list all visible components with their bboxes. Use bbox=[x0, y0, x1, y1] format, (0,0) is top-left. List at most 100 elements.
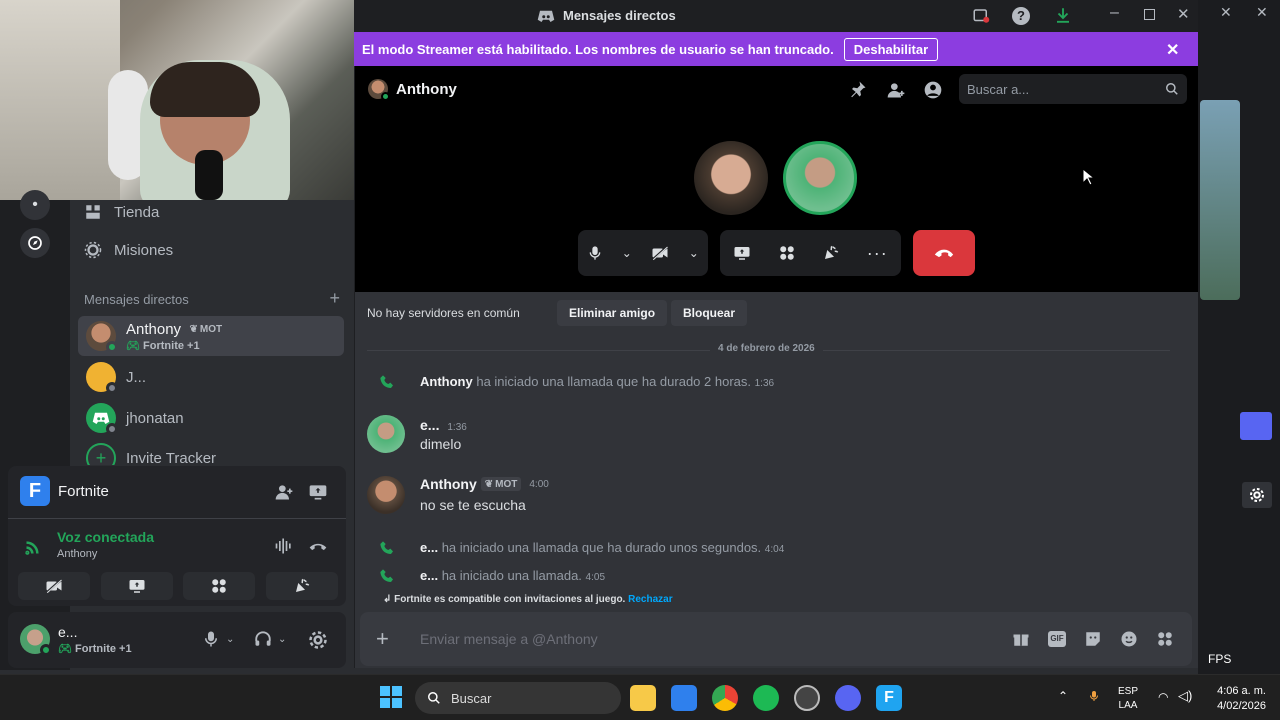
file-explorer-icon[interactable] bbox=[630, 685, 656, 711]
maximize-icon[interactable] bbox=[1144, 9, 1155, 20]
activities-button[interactable] bbox=[183, 572, 256, 600]
chevron-down-icon[interactable]: ⌄ bbox=[278, 634, 286, 645]
apps-icon[interactable] bbox=[1156, 630, 1174, 648]
decline-invite-link[interactable]: Rechazar bbox=[628, 594, 672, 605]
chevron-down-icon[interactable]: ⌄ bbox=[689, 246, 699, 260]
message-header: Anthony ❦ MOT 4:00 bbox=[420, 476, 549, 492]
steam-icon[interactable] bbox=[794, 685, 820, 711]
fortnite-icon: F bbox=[20, 476, 50, 506]
nav-shop[interactable]: Tienda bbox=[84, 197, 159, 227]
help-icon[interactable]: ? bbox=[1012, 7, 1030, 25]
phone-icon bbox=[379, 568, 395, 584]
block-button[interactable]: Bloquear bbox=[671, 300, 748, 326]
add-dm-icon[interactable]: + bbox=[329, 289, 340, 307]
message-author[interactable]: Anthony bbox=[420, 476, 477, 492]
search-placeholder: Buscar a... bbox=[967, 81, 1030, 97]
more-options-icon[interactable]: ··· bbox=[867, 243, 888, 264]
dm-item-j[interactable]: J... bbox=[78, 357, 344, 397]
search-box[interactable]: Buscar a... bbox=[959, 74, 1187, 104]
dm-section-title: Mensajes directos bbox=[84, 292, 189, 307]
noise-suppression-icon[interactable] bbox=[274, 536, 294, 556]
soundboard-icon[interactable] bbox=[822, 244, 840, 262]
mouse-cursor-icon bbox=[1082, 168, 1094, 186]
clock[interactable]: 4:06 a. m. 4/02/2026 bbox=[1200, 684, 1266, 714]
close-icon[interactable]: ✕ bbox=[1166, 40, 1179, 60]
chevron-down-icon[interactable]: ⌄ bbox=[226, 634, 234, 645]
keyboard-language[interactable]: ESP LAA bbox=[1118, 685, 1138, 713]
nav-quests[interactable]: Misiones bbox=[84, 235, 173, 265]
settings-icon[interactable] bbox=[308, 630, 328, 650]
streamer-banner-text: El modo Streamer está habilitado. Los no… bbox=[362, 41, 834, 57]
download-icon[interactable] bbox=[1054, 6, 1072, 24]
call-participant-avatar[interactable] bbox=[694, 141, 768, 215]
dm-item-jhonatan[interactable]: jhonatan bbox=[78, 398, 344, 438]
fortnite-icon[interactable]: F bbox=[876, 685, 902, 711]
dm-item-invite-tracker[interactable]: + Invite Tracker bbox=[78, 439, 344, 465]
phone-icon bbox=[379, 540, 395, 556]
dm-item-anthony[interactable]: Anthony ❦ MOT 🎮︎ Fortnite +1 bbox=[78, 316, 344, 356]
headset-control[interactable]: ⌄ bbox=[254, 630, 286, 648]
close-icon[interactable]: ✕ bbox=[1177, 5, 1190, 23]
server-icon[interactable]: • bbox=[20, 190, 50, 220]
microphone-icon[interactable] bbox=[1088, 688, 1100, 704]
avatar[interactable] bbox=[367, 476, 405, 514]
volume-icon[interactable]: ◁) bbox=[1178, 688, 1192, 704]
camera-off-button[interactable] bbox=[18, 572, 90, 600]
soundboard-button[interactable] bbox=[265, 572, 338, 600]
close-icon[interactable]: ✕ bbox=[1256, 4, 1268, 21]
activities-icon[interactable] bbox=[778, 244, 796, 262]
minimize-icon[interactable]: – bbox=[1110, 4, 1119, 22]
window-title: Mensajes directos bbox=[563, 8, 676, 23]
message-author[interactable]: Anthony bbox=[420, 374, 473, 389]
message-input[interactable]: Enviar mensaje a @Anthony bbox=[420, 631, 1012, 647]
message-author[interactable]: e... bbox=[420, 568, 438, 583]
gift-icon[interactable] bbox=[1012, 630, 1030, 648]
user-profile-icon[interactable] bbox=[923, 80, 943, 100]
share-screen-button[interactable] bbox=[100, 572, 173, 600]
message-header: e... 1:36 bbox=[420, 417, 467, 433]
windows-start-icon[interactable] bbox=[380, 686, 402, 708]
close-icon[interactable]: ✕ bbox=[1220, 4, 1232, 21]
screen-share-icon[interactable] bbox=[308, 482, 328, 502]
emoji-icon[interactable] bbox=[1120, 630, 1138, 648]
user-name[interactable]: e... bbox=[58, 624, 77, 640]
message-author[interactable]: e... bbox=[420, 417, 439, 433]
avatar[interactable] bbox=[20, 624, 52, 656]
spotify-icon[interactable] bbox=[753, 685, 779, 711]
screen-share-icon[interactable] bbox=[733, 244, 751, 262]
microsoft-store-icon[interactable] bbox=[671, 685, 697, 711]
microphone-icon[interactable] bbox=[587, 244, 603, 262]
mic-control[interactable]: ⌄ bbox=[202, 630, 234, 648]
remove-friend-button[interactable]: Eliminar amigo bbox=[557, 300, 668, 326]
chevron-down-icon[interactable]: ⌄ bbox=[622, 246, 632, 260]
chevron-up-icon[interactable]: ⌃ bbox=[1058, 689, 1068, 703]
side-panel-button[interactable] bbox=[1240, 412, 1272, 440]
avatar[interactable] bbox=[367, 415, 405, 453]
channel-name[interactable]: Anthony bbox=[396, 81, 457, 98]
clan-tag-label: MOT bbox=[199, 323, 223, 335]
disable-streamer-button[interactable]: Deshabilitar bbox=[843, 37, 939, 61]
voice-status[interactable]: Voz conectada bbox=[57, 529, 154, 545]
pin-icon[interactable] bbox=[849, 80, 867, 98]
taskbar-search[interactable]: Buscar bbox=[415, 682, 621, 714]
sticker-icon[interactable] bbox=[1084, 630, 1102, 648]
hang-up-button[interactable] bbox=[913, 230, 975, 276]
call-participant-avatar-speaking[interactable] bbox=[783, 141, 857, 215]
add-attachment-icon[interactable]: + bbox=[376, 626, 400, 652]
divider bbox=[8, 518, 346, 519]
wifi-icon[interactable]: ◠ bbox=[1158, 690, 1168, 704]
gif-icon[interactable]: GIF bbox=[1048, 631, 1066, 647]
add-friend-icon[interactable] bbox=[274, 482, 294, 502]
compass-icon[interactable] bbox=[20, 228, 50, 258]
disconnect-icon[interactable] bbox=[308, 536, 328, 556]
activities-icon bbox=[212, 579, 227, 593]
add-member-icon[interactable] bbox=[886, 80, 906, 100]
camera-off-icon[interactable] bbox=[650, 244, 670, 262]
discord-icon[interactable] bbox=[835, 685, 861, 711]
voice-actions bbox=[18, 572, 338, 600]
voice-channel[interactable]: Anthony bbox=[57, 548, 97, 560]
message-author[interactable]: e... bbox=[420, 540, 438, 555]
gear-icon[interactable] bbox=[1242, 482, 1272, 508]
inbox-icon[interactable] bbox=[972, 7, 990, 25]
chrome-icon[interactable] bbox=[712, 685, 738, 711]
